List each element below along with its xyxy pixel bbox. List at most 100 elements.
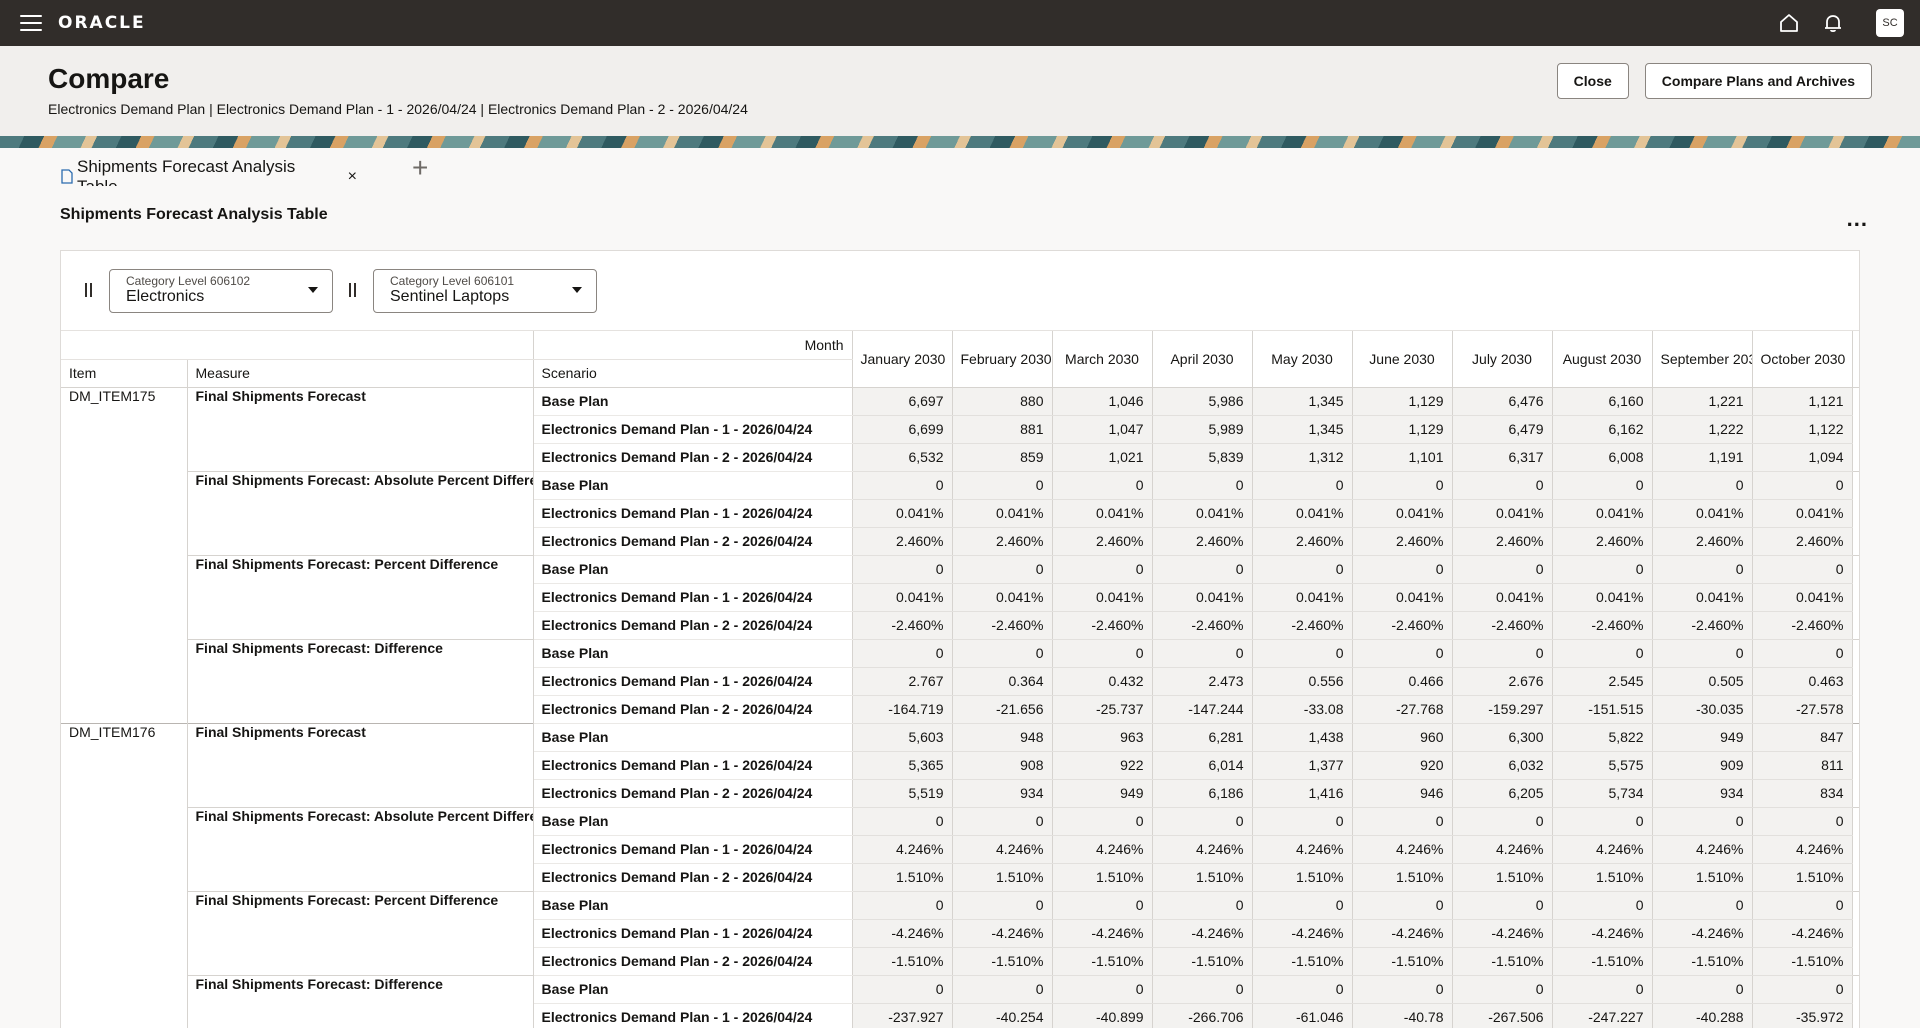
value-cell[interactable]: 1,129: [1352, 386, 1453, 416]
value-cell[interactable]: 6,300: [1452, 722, 1553, 752]
category-level-606102-select[interactable]: Category Level 606102 Electronics: [109, 269, 333, 313]
scenario-cell[interactable]: Electronics Demand Plan - 1 - 2026/04/24: [533, 667, 853, 696]
value-cell[interactable]: 1,377: [1252, 751, 1353, 780]
value-cell[interactable]: 0: [1452, 974, 1553, 1004]
value-cell[interactable]: 0: [1552, 890, 1653, 920]
value-cell[interactable]: 0.041%: [1452, 583, 1553, 612]
scenario-cell[interactable]: Electronics Demand Plan - 2 - 2026/04/24: [533, 779, 853, 808]
value-cell[interactable]: -1.510%: [1352, 947, 1453, 976]
value-cell[interactable]: 0.041%: [1352, 499, 1453, 528]
value-cell[interactable]: -4.246%: [852, 919, 953, 948]
value-cell[interactable]: 2.460%: [1352, 527, 1453, 556]
value-cell[interactable]: 2.460%: [852, 527, 953, 556]
value-cell[interactable]: 4.246%: [1152, 835, 1253, 864]
value-cell[interactable]: 5,989: [1152, 415, 1253, 444]
value-cell[interactable]: 1.510%: [1052, 863, 1153, 892]
value-cell[interactable]: 6,205: [1452, 779, 1553, 808]
value-cell[interactable]: 0: [1352, 638, 1453, 668]
value-cell[interactable]: 0: [852, 974, 953, 1004]
value-cell[interactable]: 0.041%: [952, 499, 1053, 528]
value-cell[interactable]: 0.041%: [1752, 499, 1853, 528]
value-cell[interactable]: 0.041%: [1352, 583, 1453, 612]
value-cell[interactable]: 2.460%: [1152, 527, 1253, 556]
value-cell[interactable]: -2.460%: [1452, 611, 1553, 640]
value-cell[interactable]: 0.505: [1652, 667, 1753, 696]
value-cell[interactable]: 1,046: [1052, 386, 1153, 416]
value-cell[interactable]: 0: [1452, 806, 1553, 836]
scenario-cell[interactable]: Electronics Demand Plan - 2 - 2026/04/24: [533, 863, 853, 892]
value-cell[interactable]: 0: [852, 554, 953, 584]
value-cell[interactable]: 949: [1652, 722, 1753, 752]
add-tab-icon[interactable]: +: [412, 152, 428, 184]
value-cell[interactable]: 0.041%: [852, 583, 953, 612]
value-cell[interactable]: 948: [952, 722, 1053, 752]
value-cell[interactable]: 0: [852, 638, 953, 668]
month-col-may-2030[interactable]: May 2030: [1252, 331, 1353, 388]
scenario-cell[interactable]: Electronics Demand Plan - 2 - 2026/04/24: [533, 443, 853, 472]
value-cell[interactable]: 0: [1652, 806, 1753, 836]
value-cell[interactable]: 4.246%: [1352, 835, 1453, 864]
value-cell[interactable]: 6,317: [1452, 443, 1553, 472]
value-cell[interactable]: 0.041%: [1652, 499, 1753, 528]
value-cell[interactable]: 4.246%: [1552, 835, 1653, 864]
value-cell[interactable]: -4.246%: [1652, 919, 1753, 948]
value-cell[interactable]: -4.246%: [1752, 919, 1853, 948]
value-cell[interactable]: 0: [1652, 890, 1753, 920]
value-cell[interactable]: 1,122: [1752, 415, 1853, 444]
value-cell[interactable]: 0.466: [1352, 667, 1453, 696]
scenario-cell[interactable]: Base Plan: [533, 890, 853, 920]
value-cell[interactable]: 0.041%: [852, 499, 953, 528]
month-col-aug-2030[interactable]: August 2030: [1552, 331, 1653, 388]
value-cell[interactable]: 6,008: [1552, 443, 1653, 472]
item-header[interactable]: Item: [61, 359, 188, 388]
scenario-cell[interactable]: Electronics Demand Plan - 1 - 2026/04/24: [533, 583, 853, 612]
value-cell[interactable]: 5,603: [852, 722, 953, 752]
value-cell[interactable]: 909: [1652, 751, 1753, 780]
value-cell[interactable]: -33.08: [1252, 695, 1353, 724]
value-cell[interactable]: 0: [1352, 974, 1453, 1004]
value-cell[interactable]: 6,186: [1152, 779, 1253, 808]
value-cell[interactable]: 1,416: [1252, 779, 1353, 808]
value-cell[interactable]: 2.545: [1552, 667, 1653, 696]
value-cell[interactable]: 6,014: [1152, 751, 1253, 780]
measure-cell[interactable]: Final Shipments Forecast: Absolute Perce…: [187, 470, 534, 555]
value-cell[interactable]: -40.899: [1052, 1003, 1153, 1028]
value-cell[interactable]: 6,476: [1452, 386, 1553, 416]
value-cell[interactable]: -159.297: [1452, 695, 1553, 724]
value-cell[interactable]: 0: [1052, 638, 1153, 668]
scenario-cell[interactable]: Base Plan: [533, 974, 853, 1004]
value-cell[interactable]: 0: [1552, 470, 1653, 500]
value-cell[interactable]: -247.227: [1552, 1003, 1653, 1028]
scenario-cell[interactable]: Base Plan: [533, 638, 853, 668]
value-cell[interactable]: 1,345: [1252, 415, 1353, 444]
value-cell[interactable]: 946: [1352, 779, 1453, 808]
value-cell[interactable]: 0: [1752, 974, 1853, 1004]
compare-plans-and-archives-button[interactable]: Compare Plans and Archives: [1644, 63, 1872, 99]
value-cell[interactable]: 0: [852, 470, 953, 500]
value-cell[interactable]: 0.463: [1752, 667, 1853, 696]
value-cell[interactable]: 4.246%: [852, 835, 953, 864]
value-cell[interactable]: 6,699: [852, 415, 953, 444]
value-cell[interactable]: -1.510%: [1652, 947, 1753, 976]
value-cell[interactable]: 0.041%: [1152, 499, 1253, 528]
value-cell[interactable]: 0.041%: [1652, 583, 1753, 612]
measure-cell[interactable]: Final Shipments Forecast: Percent Differ…: [187, 554, 534, 639]
value-cell[interactable]: -2.460%: [1552, 611, 1653, 640]
month-col-apr-2030[interactable]: April 2030: [1152, 331, 1253, 388]
value-cell[interactable]: 934: [1652, 779, 1753, 808]
value-cell[interactable]: 1.510%: [952, 863, 1053, 892]
value-cell[interactable]: -1.510%: [1752, 947, 1853, 976]
value-cell[interactable]: 0: [1452, 890, 1553, 920]
value-cell[interactable]: 2.460%: [1052, 527, 1153, 556]
scenario-cell[interactable]: Base Plan: [533, 722, 853, 752]
value-cell[interactable]: 1,312: [1252, 443, 1353, 472]
value-cell[interactable]: 0: [1052, 974, 1153, 1004]
value-cell[interactable]: 0: [1652, 638, 1753, 668]
value-cell[interactable]: 5,839: [1152, 443, 1253, 472]
value-cell[interactable]: -4.246%: [1152, 919, 1253, 948]
value-cell[interactable]: 0: [1452, 554, 1553, 584]
value-cell[interactable]: 920: [1352, 751, 1453, 780]
hamburger-menu-icon[interactable]: [20, 15, 42, 31]
drag-handle-icon[interactable]: [349, 283, 359, 297]
scenario-header[interactable]: Scenario: [532, 359, 853, 388]
